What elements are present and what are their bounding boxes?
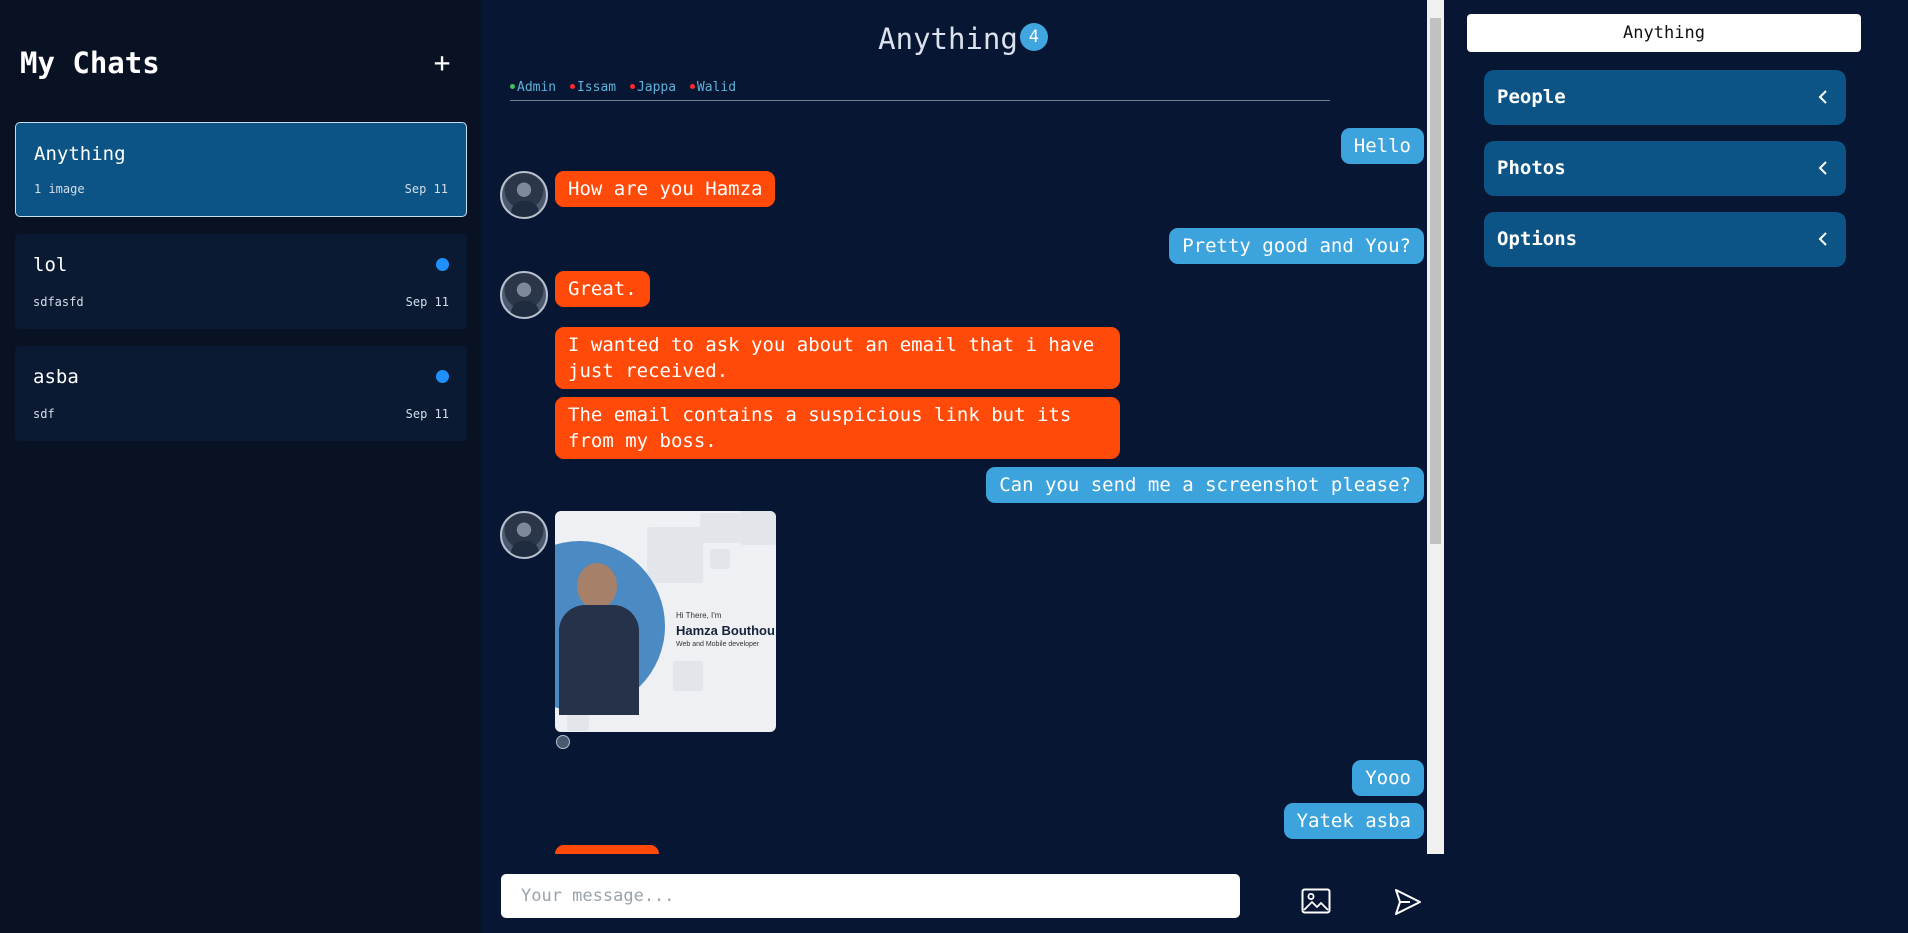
- accordion-label: Options: [1497, 228, 1578, 250]
- image-caption-name: Hamza Bouthou: [676, 623, 775, 638]
- new-chat-button[interactable]: +: [424, 46, 460, 82]
- message-outgoing: Hello: [1340, 128, 1424, 164]
- message-outgoing: Pretty good and You?: [1169, 228, 1424, 264]
- attach-image-button[interactable]: [1301, 888, 1331, 914]
- decorative-shape: [700, 513, 740, 543]
- chevron-left-icon: [1818, 161, 1827, 175]
- message-incoming-partial: [555, 845, 659, 854]
- message-incoming: I wanted to ask you about an email that …: [555, 327, 1120, 389]
- accordion-photos[interactable]: Photos: [1484, 141, 1846, 196]
- chat-date: Sep 11: [404, 182, 448, 196]
- plus-icon: +: [433, 46, 451, 79]
- accordion-people[interactable]: People: [1484, 70, 1846, 125]
- chat-item-lol[interactable]: lol sdfasfd Sep 11: [15, 234, 467, 329]
- message-input[interactable]: [501, 874, 1240, 918]
- decorative-shape: [740, 511, 776, 545]
- chat-main: Anything 4 Admin Issam Jappa Walid Hello …: [482, 0, 1444, 933]
- chevron-left-icon: [1818, 90, 1827, 104]
- chat-details-panel: Anything People Photos Options: [1444, 0, 1908, 933]
- chat-last-message: sdf: [33, 407, 55, 421]
- member-list: Admin Issam Jappa Walid: [510, 80, 1330, 101]
- chat-title-text: Anything: [878, 22, 1018, 56]
- chat-title: Anything 4: [482, 22, 1444, 56]
- member-count-badge: 4: [1019, 23, 1048, 51]
- chat-date: Sep 11: [405, 295, 449, 309]
- status-dot: [689, 84, 695, 89]
- message-outgoing: Yooo: [1352, 760, 1424, 796]
- unread-dot: [436, 258, 449, 271]
- decorative-shape: [710, 549, 730, 569]
- message-outgoing: Yatek asba: [1283, 803, 1424, 839]
- chat-sidebar: My Chats + Anything 1 image Sep 11 lol s…: [0, 0, 482, 933]
- scrollbar-thumb[interactable]: [1430, 18, 1441, 544]
- avatar[interactable]: [500, 171, 548, 219]
- decorative-shape: [673, 661, 703, 691]
- avatar[interactable]: [500, 511, 548, 559]
- send-icon: [1395, 889, 1421, 915]
- message-incoming: Great.: [555, 271, 650, 307]
- chat-last-message: sdfasfd: [33, 295, 84, 309]
- message-image[interactable]: Hi There, I'm Hamza Bouthou Web and Mobi…: [555, 511, 776, 732]
- accordion-options[interactable]: Options: [1484, 212, 1846, 267]
- message-list: Hello How are you Hamza Pretty good and …: [500, 126, 1424, 854]
- chat-item-asba[interactable]: asba sdf Sep 11: [15, 346, 467, 441]
- message-outgoing: Can you send me a screenshot please?: [986, 467, 1424, 503]
- chevron-left-icon: [1818, 232, 1827, 246]
- details-title: Anything: [1467, 14, 1861, 52]
- member-admin[interactable]: Admin: [510, 80, 556, 95]
- chat-name: lol: [33, 254, 68, 276]
- status-dot: [629, 84, 635, 89]
- decorative-shape: [647, 527, 703, 583]
- status-dot: [510, 84, 515, 89]
- avatar[interactable]: [500, 271, 548, 319]
- sidebar-header: My Chats +: [20, 46, 460, 86]
- accordion-label: Photos: [1497, 157, 1566, 179]
- message-incoming: How are you Hamza: [555, 171, 776, 207]
- seen-avatar: [556, 735, 570, 749]
- status-dot: [569, 84, 575, 89]
- member-name: Admin: [517, 80, 557, 95]
- chat-last-message: 1 image: [34, 182, 85, 196]
- chat-name: Anything: [34, 143, 126, 165]
- unread-dot: [436, 370, 449, 383]
- image-caption-role: Web and Mobile developer: [676, 641, 760, 648]
- chat-name: asba: [33, 366, 79, 388]
- sidebar-title: My Chats: [20, 46, 160, 80]
- message-scrollbar[interactable]: [1427, 0, 1444, 854]
- image-icon: [1301, 888, 1331, 914]
- member-name: Issam: [576, 80, 617, 95]
- member-jappa[interactable]: Jappa: [629, 80, 677, 95]
- chat-list: Anything 1 image Sep 11 lol sdfasfd Sep …: [15, 122, 467, 458]
- member-issam[interactable]: Issam: [569, 80, 617, 95]
- member-walid[interactable]: Walid: [689, 80, 737, 95]
- chat-item-anything[interactable]: Anything 1 image Sep 11: [15, 122, 467, 217]
- send-button[interactable]: [1393, 887, 1423, 917]
- accordion-label: People: [1497, 86, 1566, 108]
- person-photo: [559, 563, 639, 715]
- member-name: Walid: [696, 80, 737, 95]
- member-name: Jappa: [636, 80, 677, 95]
- chat-date: Sep 11: [405, 407, 449, 421]
- image-caption-greeting: Hi There, I'm: [676, 611, 722, 620]
- message-incoming: The email contains a suspicious link but…: [555, 397, 1120, 459]
